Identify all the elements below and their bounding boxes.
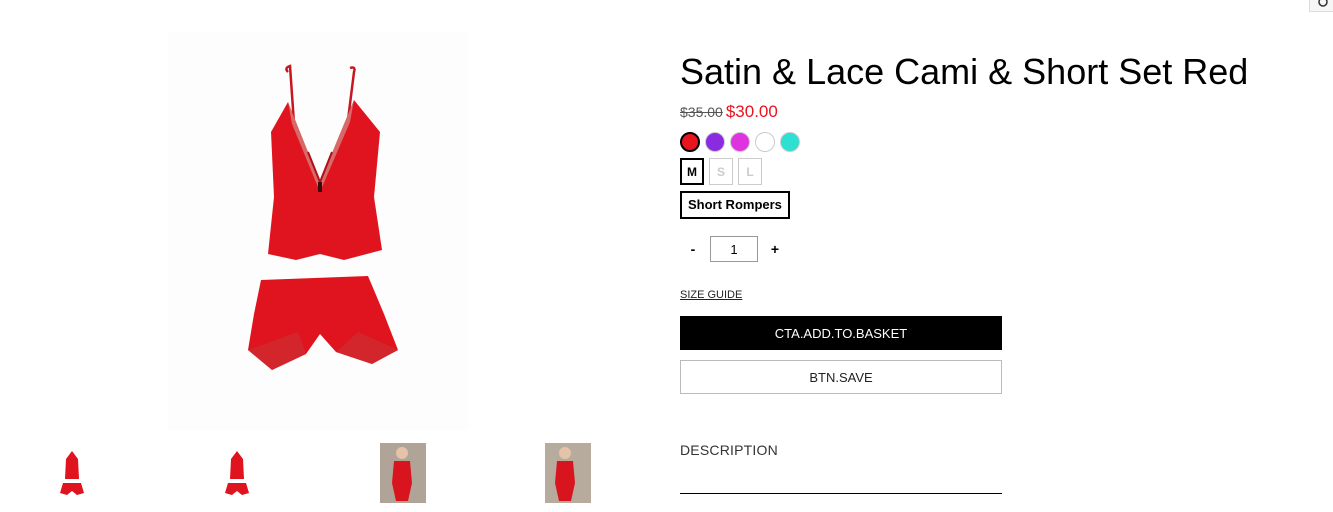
quantity-decrease-button[interactable]: - (680, 241, 706, 257)
color-swatch-turquoise[interactable] (780, 132, 800, 152)
color-swatch-purple[interactable] (705, 132, 725, 152)
color-swatches (680, 132, 1300, 152)
variant-option-short-rompers[interactable]: Short Rompers (680, 191, 790, 219)
corner-widget-icon[interactable] (1309, 0, 1333, 12)
color-swatch-white[interactable] (755, 132, 775, 152)
thumbnail-4[interactable] (545, 443, 591, 503)
old-price: $35.00 (680, 104, 723, 120)
quantity-input[interactable] (710, 236, 758, 262)
size-option-l[interactable]: L (738, 158, 762, 185)
quantity-stepper: - + (680, 236, 1300, 262)
color-swatch-magenta[interactable] (730, 132, 750, 152)
add-to-basket-button[interactable]: CTA.ADD.TO.BASKET (680, 316, 1002, 350)
thumbnail-1[interactable] (50, 443, 96, 503)
description-heading[interactable]: DESCRIPTION (680, 442, 1002, 458)
product-title: Satin & Lace Cami & Short Set Red (680, 51, 1249, 92)
main-product-image[interactable] (168, 32, 468, 430)
size-guide-link[interactable]: SIZE GUIDE (680, 289, 742, 301)
sale-price: $30.00 (725, 102, 778, 121)
quantity-increase-button[interactable]: + (762, 241, 788, 257)
size-options: M S L (680, 158, 1300, 185)
price-row: $35.00 $30.00 (680, 102, 1300, 124)
color-swatch-red[interactable] (680, 132, 700, 152)
size-option-s[interactable]: S (709, 158, 733, 185)
thumbnail-3[interactable] (380, 443, 426, 503)
description-divider (680, 493, 1002, 494)
product-details: Satin & Lace Cami & Short Set Red $35.00… (680, 48, 1300, 494)
thumbnail-2[interactable] (215, 443, 261, 503)
save-button[interactable]: BTN.SAVE (680, 360, 1002, 394)
thumbnail-strip (48, 443, 618, 503)
size-option-m[interactable]: M (680, 158, 704, 185)
